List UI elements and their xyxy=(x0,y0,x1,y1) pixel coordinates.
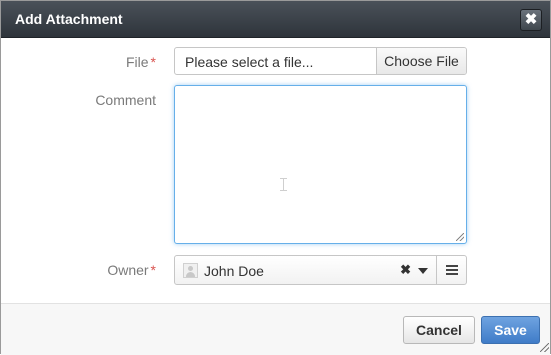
file-label-text: File xyxy=(125,54,149,70)
clear-icon[interactable]: ✖ xyxy=(400,262,411,278)
file-placeholder: Please select a file... xyxy=(185,54,314,70)
chevron-down-icon[interactable] xyxy=(418,268,428,274)
owner-label-text: Owner xyxy=(107,262,149,278)
dialog-resize-grip-icon[interactable] xyxy=(540,343,549,352)
owner-value: John Doe xyxy=(204,263,264,279)
text-cursor-icon xyxy=(280,178,287,191)
file-input[interactable]: Please select a file... Choose File xyxy=(174,47,467,75)
dialog-footer: Cancel Save xyxy=(1,303,550,355)
owner-required-marker: * xyxy=(150,262,156,278)
add-attachment-dialog: Add Attachment ✖ File * Please select a f… xyxy=(0,0,551,355)
choose-file-button[interactable]: Choose File xyxy=(376,48,466,74)
comment-textarea[interactable] xyxy=(174,85,467,244)
save-button[interactable]: Save xyxy=(481,316,540,344)
cancel-button[interactable]: Cancel xyxy=(403,316,475,344)
dialog-titlebar[interactable]: Add Attachment ✖ xyxy=(1,1,550,38)
file-required-marker: * xyxy=(150,54,156,70)
dialog-title: Add Attachment xyxy=(15,11,123,27)
resize-grip-icon[interactable] xyxy=(456,233,464,241)
hamburger-menu-icon[interactable] xyxy=(436,256,466,284)
user-avatar-icon xyxy=(183,263,198,278)
file-label: File * xyxy=(126,54,156,70)
owner-label: Owner * xyxy=(107,262,156,278)
owner-select[interactable]: John Doe ✖ xyxy=(174,255,467,285)
comment-label: Comment xyxy=(95,92,156,108)
close-icon[interactable]: ✖ xyxy=(520,9,542,31)
